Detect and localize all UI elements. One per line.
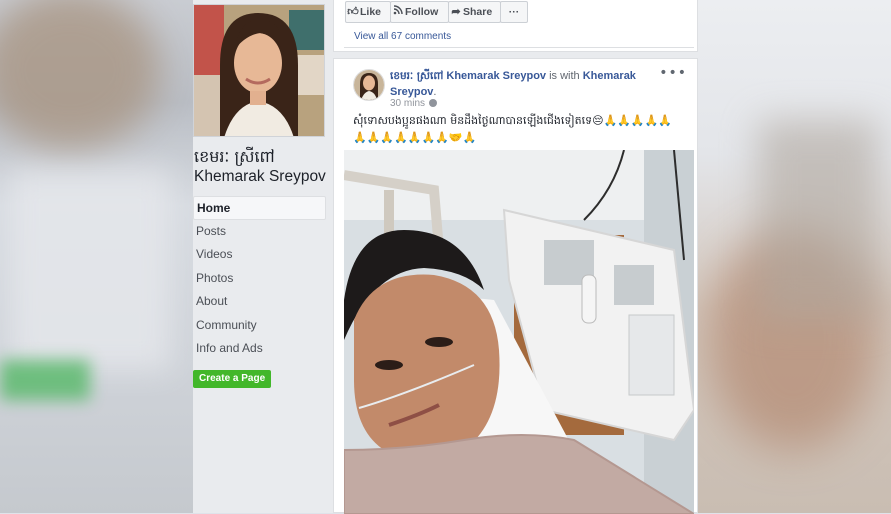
- like-button[interactable]: 👍︎Like: [345, 1, 391, 23]
- blurred-background-right: [698, 0, 891, 513]
- nav-item-posts[interactable]: Posts: [193, 220, 326, 244]
- share-label: Share: [463, 6, 493, 18]
- author-avatar[interactable]: [353, 69, 385, 101]
- timestamp-label: 30 mins: [390, 98, 426, 109]
- post-card: ខេមរៈ ស្រីពៅ Khemarak Sreypov is with Kh…: [333, 58, 698, 514]
- share-button[interactable]: ➦ Share: [448, 1, 501, 23]
- previous-post-footer: 👍︎Like Follow ➦ Share ··· View all 67 com…: [333, 0, 698, 52]
- rss-icon: [391, 2, 405, 23]
- nav-item-community[interactable]: Community: [193, 314, 326, 338]
- author-name-khmer[interactable]: ខេមរៈ ស្រីពៅ: [390, 70, 443, 82]
- feed: 👍︎Like Follow ➦ Share ··· View all 67 com…: [333, 0, 698, 514]
- nav-item-photos[interactable]: Photos: [193, 267, 326, 291]
- post-photo[interactable]: [344, 150, 694, 514]
- author-name[interactable]: Khemarak Sreypov: [446, 70, 546, 82]
- follow-button[interactable]: Follow: [390, 1, 449, 23]
- blurred-background-left: [0, 0, 193, 513]
- divider: [344, 47, 694, 48]
- nav-item-videos[interactable]: Videos: [193, 243, 326, 267]
- page-name-khmer[interactable]: ខេមរៈ ស្រីពៅ: [194, 146, 275, 170]
- nav-item-home[interactable]: Home: [193, 196, 326, 220]
- nav-item-info-and-ads[interactable]: Info and Ads: [193, 337, 326, 361]
- post-header: ខេមរៈ ស្រីពៅ Khemarak Sreypov is with Kh…: [390, 70, 636, 98]
- post-text: សុំទោសបងប្អូនផងណា មិនដឹងថ្ងៃណាបានឡើងជើងទ…: [353, 114, 673, 144]
- page-nav: Home Posts Videos Photos About Community…: [193, 196, 326, 361]
- post-options-icon[interactable]: •••: [659, 65, 687, 81]
- share-arrow-icon: ➦: [451, 6, 461, 18]
- view-all-comments-link[interactable]: View all 67 comments: [354, 31, 451, 42]
- globe-icon: [429, 99, 438, 107]
- more-options-button[interactable]: ···: [500, 1, 528, 23]
- page-name[interactable]: Khemarak Sreypov: [194, 168, 326, 186]
- follow-label: Follow: [405, 6, 439, 18]
- post-timestamp[interactable]: 30 mins: [390, 98, 438, 109]
- thumbs-up-icon: 👍︎: [347, 6, 359, 18]
- more-label: ···: [508, 6, 520, 18]
- nav-item-about[interactable]: About: [193, 290, 326, 314]
- create-page-button[interactable]: Create a Page: [193, 370, 272, 388]
- like-label: Like: [360, 6, 382, 18]
- page-sidebar: ខេមរៈ ស្រីពៅ Khemarak Sreypov Home Posts…: [193, 0, 333, 513]
- profile-photo[interactable]: [193, 4, 325, 137]
- with-text: is with: [549, 70, 580, 82]
